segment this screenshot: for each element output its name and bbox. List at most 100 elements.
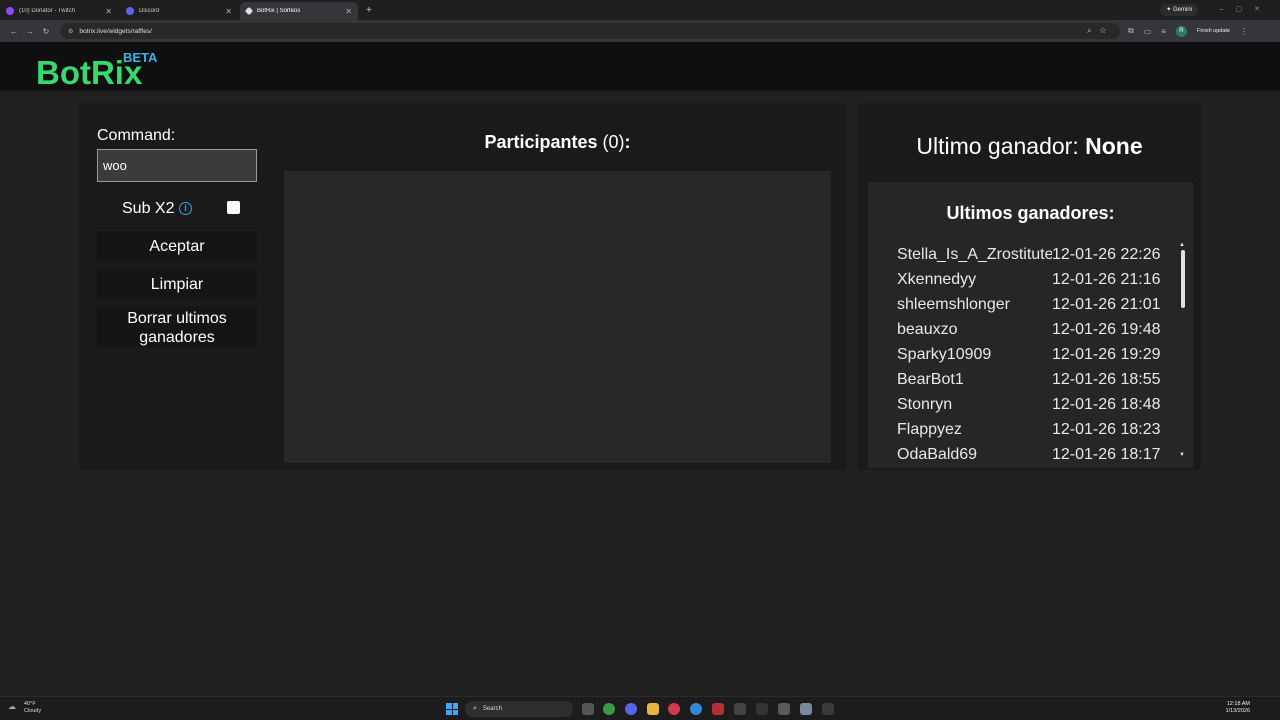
winners-box: Ultimos ganadores: Stella_Is_A_Zrostitut… (868, 182, 1193, 468)
participants-colon: : (624, 132, 631, 152)
beta-badge: BETA (123, 50, 158, 65)
site-info-icon[interactable]: ⚙ (68, 28, 73, 35)
discord-taskbar-icon[interactable] (625, 703, 637, 715)
discord-icon (126, 7, 134, 15)
winners-list[interactable]: Stella_Is_A_Zrostitute 12-01-26 22:26 Xke… (897, 245, 1177, 465)
accept-button[interactable]: Aceptar (97, 231, 257, 261)
winner-name: BearBot1 (897, 371, 964, 388)
toolbar-right: ⧉ ▭ ≡ R Finish update ⋮ (1128, 25, 1248, 37)
scroll-up-icon[interactable]: ▲ (1179, 242, 1185, 248)
window-controls[interactable]: –▢✕ (1220, 5, 1272, 13)
close-tab-icon[interactable]: ✕ (345, 7, 352, 16)
winner-row: Stella_Is_A_Zrostitute 12-01-26 22:26 (897, 245, 1177, 270)
twitch-icon (6, 7, 14, 15)
winner-date: 12-01-26 21:16 (1052, 271, 1161, 288)
scrollbar-thumb[interactable] (1181, 250, 1185, 308)
close-tab-icon[interactable]: ✕ (225, 7, 232, 16)
search-icon: ⌕ (473, 705, 477, 712)
winner-row: OdaBald69 12-01-26 18:17 (897, 445, 1177, 465)
winner-name: Stella_Is_A_Zrostitute (897, 246, 1052, 263)
winner-date: 12-01-26 22:26 (1052, 246, 1161, 263)
app-red-icon[interactable] (712, 703, 724, 715)
participants-label: Participantes (484, 132, 598, 152)
taskbar: ☁ 40°F Cloudy ⌕ Search 12:18 AM 1/13/2026 (0, 696, 1280, 720)
tab-discord[interactable]: Discord ✕ (120, 2, 238, 20)
weather-widget[interactable]: ☁ 40°F Cloudy (8, 701, 41, 715)
close-tab-icon[interactable]: ✕ (105, 7, 112, 16)
browser-nav-bar: ← → ↻ ⚙ botrix.live/widgets/raffles/ ⌕☆ … (0, 20, 1280, 42)
winner-date: 12-01-26 18:55 (1052, 371, 1161, 388)
app-box-icon[interactable] (734, 703, 746, 715)
tab-search-icon[interactable]: ▭ (1144, 27, 1152, 36)
media-icon[interactable]: ≡ (1161, 27, 1166, 36)
back-icon[interactable]: ← (6, 27, 22, 36)
winner-row: Stonryn 12-01-26 18:48 (897, 395, 1177, 420)
winner-name: Flappyez (897, 421, 962, 438)
participants-title: Participantes (0): (285, 132, 830, 153)
botrix-icon (244, 6, 254, 16)
reload-icon[interactable]: ↻ (38, 27, 54, 36)
chrome-alt-icon[interactable] (690, 703, 702, 715)
winners-title: Ultimos ganadores: (946, 203, 1115, 223)
taskbar-clock[interactable]: 12:18 AM 1/13/2026 (1226, 701, 1250, 715)
last-winner: Ultimo ganador: None (858, 133, 1201, 160)
tab-botrix[interactable]: BotRix | Sorteos ✕ (240, 2, 358, 20)
winner-row: Sparky10909 12-01-26 19:29 (897, 345, 1177, 370)
last-winner-label: Ultimo ganador: (916, 133, 1079, 159)
raffle-panel: Command: Sub X2 i Aceptar Limpiar Borrar… (79, 103, 846, 470)
winner-date: 12-01-26 18:17 (1052, 446, 1161, 463)
clear-button[interactable]: Limpiar (97, 269, 257, 299)
capcut-icon[interactable] (756, 703, 768, 715)
forward-icon[interactable]: → (22, 27, 38, 36)
participants-list (284, 171, 831, 463)
winner-name: OdaBald69 (897, 446, 978, 463)
profile-avatar[interactable]: R (1175, 25, 1187, 37)
clock-time: 12:18 AM (1226, 701, 1250, 707)
address-bar[interactable]: ⚙ botrix.live/widgets/raffles/ ⌕☆ (60, 23, 1120, 39)
tab-twitch[interactable]: (10) Donator - Twitch ✕ (0, 2, 118, 20)
finish-update-button[interactable]: Finish update (1197, 28, 1230, 34)
address-bar-actions[interactable]: ⌕☆ (1087, 26, 1114, 36)
winner-name: beauxzo (897, 321, 958, 338)
winner-name: shleemshlonger (897, 296, 1010, 313)
windows-start-icon[interactable] (446, 703, 458, 715)
winner-row: beauxzo 12-01-26 19:48 (897, 320, 1177, 345)
chrome-icon[interactable] (603, 703, 615, 715)
taskbar-search[interactable]: ⌕ Search (465, 701, 573, 717)
winner-name: Stonryn (897, 396, 953, 413)
command-input[interactable] (97, 149, 257, 182)
delete-winners-button[interactable]: Borrar ultimos ganadores (97, 307, 257, 348)
media-player-icon[interactable] (668, 703, 680, 715)
winner-row: Xkennedyy 12-01-26 21:16 (897, 270, 1177, 295)
sub-x2-label: Sub X2 (122, 200, 175, 217)
site-header: BotRix BETA (0, 42, 1280, 91)
winner-date: 12-01-26 18:23 (1052, 421, 1161, 438)
winner-row: BearBot1 12-01-26 18:55 (897, 370, 1177, 395)
sub-x2-checkbox[interactable] (227, 201, 240, 214)
scroll-down-icon[interactable]: ▼ (1179, 452, 1185, 458)
app-x-icon[interactable] (822, 703, 834, 715)
gemini-button[interactable]: ✦ Gemini (1160, 4, 1198, 16)
task-view-icon[interactable] (582, 703, 594, 715)
menu-icon[interactable]: ⋮ (1240, 27, 1248, 36)
info-icon[interactable]: i (179, 202, 192, 215)
winners-panel: Ultimo ganador: None Ultimos ganadores: … (858, 103, 1201, 470)
notepad-icon[interactable] (800, 703, 812, 715)
weather-temp: 40°F (24, 701, 36, 707)
clock-date: 1/13/2026 (1225, 708, 1250, 714)
winner-date: 12-01-26 18:48 (1052, 396, 1161, 413)
winner-date: 12-01-26 19:29 (1052, 346, 1161, 363)
browser-tab-bar: (10) Donator - Twitch ✕ Discord ✕ BotRix… (0, 0, 1280, 20)
tab-title: (10) Donator - Twitch (19, 8, 75, 14)
winner-name: Xkennedyy (897, 271, 977, 288)
weather-desc: Cloudy (24, 708, 42, 714)
winner-row: shleemshlonger 12-01-26 21:01 (897, 295, 1177, 320)
extensions-icon[interactable]: ⧉ (1128, 26, 1134, 36)
file-explorer-icon[interactable] (647, 703, 659, 715)
tab-title: BotRix | Sorteos (257, 8, 301, 14)
new-tab-button[interactable]: + (360, 2, 378, 20)
jetbrains-icon[interactable] (778, 703, 790, 715)
winner-date: 12-01-26 19:48 (1052, 321, 1161, 338)
participants-count: (0) (602, 132, 625, 152)
command-label: Command: (97, 127, 176, 144)
